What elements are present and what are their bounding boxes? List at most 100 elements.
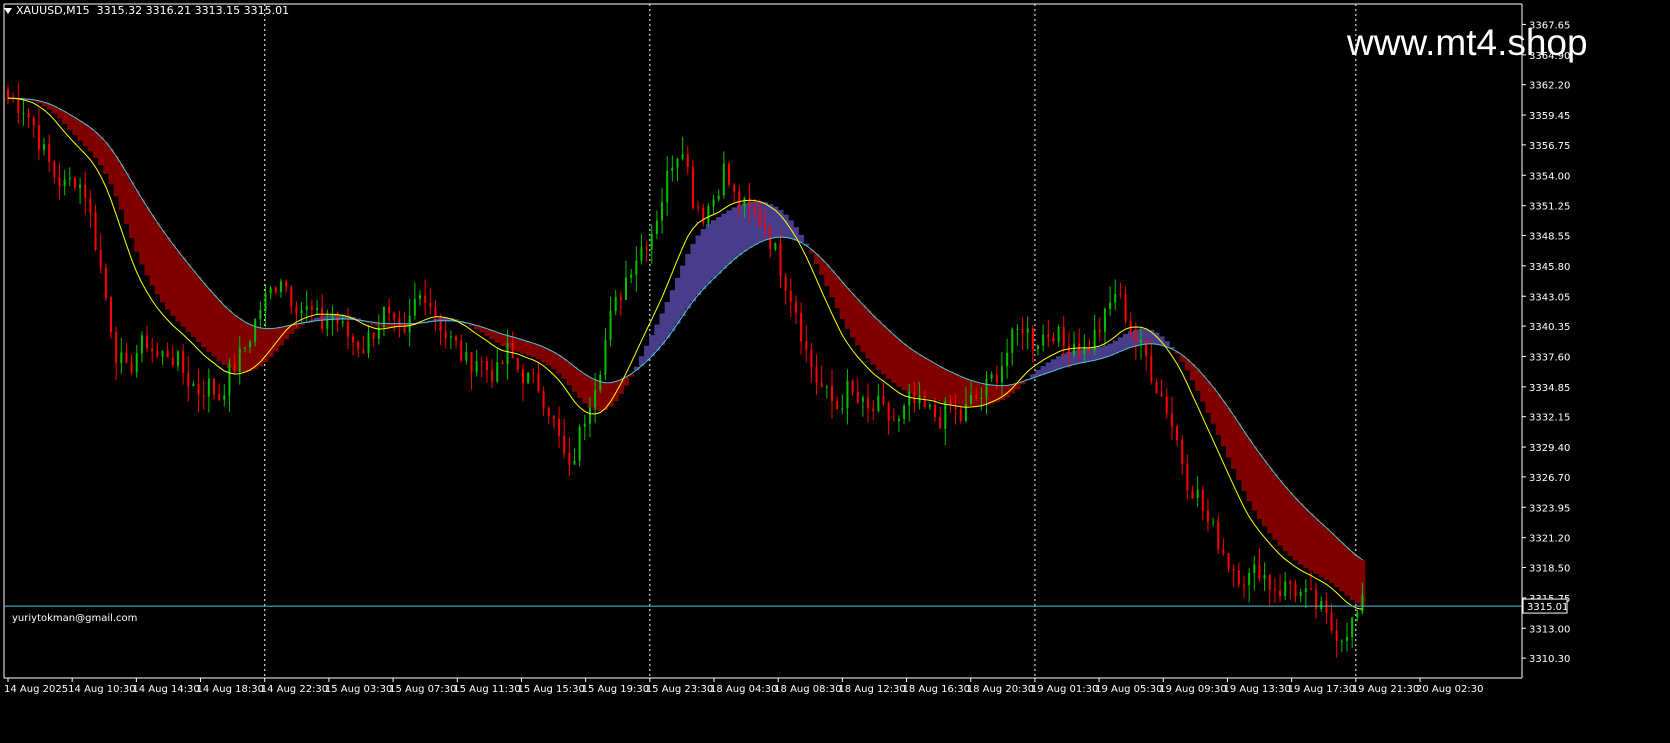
chevron-down-icon[interactable]: [4, 8, 12, 14]
cloud-bar: [958, 376, 964, 406]
high-value: 3316.21: [145, 4, 192, 17]
candle-body: [511, 342, 514, 359]
candle-body: [501, 362, 504, 365]
candle-body: [738, 191, 741, 207]
candle-body: [779, 243, 782, 277]
cloud-bar: [870, 315, 877, 365]
candle-body: [326, 320, 329, 329]
cloud-bar: [541, 347, 547, 363]
cloud-bar: [1262, 460, 1268, 527]
x-tick-label: 19 Aug 17:30: [1288, 684, 1355, 695]
candle-body: [676, 158, 679, 168]
x-tick-label: 14 Aug 14:30: [132, 684, 199, 695]
candle-body: [1268, 574, 1271, 590]
cloud-bar: [221, 305, 228, 365]
cloud-bar: [875, 320, 882, 370]
cloud-bar: [901, 343, 908, 391]
candle-body: [1124, 294, 1127, 322]
cloud-bar: [1225, 408, 1232, 458]
candle-body: [1186, 463, 1189, 491]
candle-body: [1212, 521, 1215, 523]
candle-body: [1340, 640, 1343, 642]
author-label: yuriytokman@gmail.com: [12, 613, 138, 624]
cloud-bar: [716, 217, 722, 274]
moving-averages: [8, 97, 1363, 610]
cloud-bar: [1107, 343, 1114, 356]
candle-body: [357, 342, 360, 350]
cloud-bar: [1056, 356, 1062, 369]
candle-body: [815, 367, 818, 383]
cloud-bar: [566, 362, 573, 386]
candle-body: [856, 392, 859, 402]
cloud-bar: [170, 244, 176, 316]
candle-body: [1196, 489, 1199, 499]
candle-body: [269, 287, 272, 294]
candle-body: [362, 349, 365, 353]
candles: [7, 83, 1364, 658]
candle-body: [1140, 339, 1142, 344]
candle-body: [58, 177, 61, 187]
candle-body: [1083, 348, 1086, 355]
candle-body: [944, 401, 947, 429]
cloud-bar: [927, 360, 933, 399]
candle-body: [743, 197, 746, 207]
cloud-bar: [1277, 480, 1284, 546]
cloud-bar: [669, 290, 676, 332]
candle-body: [1000, 366, 1003, 383]
x-tick-label: 15 Aug 11:30: [453, 684, 520, 695]
ma-cloud: [5, 98, 1366, 606]
x-tick-label: 19 Aug 13:30: [1223, 684, 1290, 695]
cloud-bar: [664, 302, 671, 339]
cloud-bar: [582, 374, 588, 404]
cloud-bar: [185, 263, 192, 332]
candle-body: [913, 391, 916, 404]
cloud-bar: [92, 131, 99, 158]
candle-body: [661, 202, 664, 221]
x-tick-label: 18 Aug 12:30: [838, 684, 905, 695]
candle-body: [388, 306, 391, 313]
cloud-bar: [556, 355, 563, 374]
x-tick-label: 15 Aug 15:30: [517, 684, 584, 695]
cloud-bar: [1220, 400, 1227, 447]
candle-body: [820, 382, 823, 387]
candle-body: [516, 358, 519, 370]
candle-body: [1088, 348, 1091, 351]
candle-body: [99, 249, 102, 268]
candle-body: [1052, 337, 1055, 342]
candle-body: [1114, 293, 1117, 303]
cloud-bar: [1334, 537, 1340, 588]
cloud-bar: [700, 229, 707, 290]
candle-body: [243, 347, 246, 349]
cloud-bar: [546, 349, 552, 366]
candle-body: [794, 301, 797, 313]
cloud-bar: [129, 181, 135, 239]
candle-body: [1006, 352, 1009, 367]
x-tick-label: 18 Aug 04:30: [710, 684, 777, 695]
price-chart[interactable]: 3367.653364.903362.203359.453356.753354.…: [0, 0, 1670, 743]
cloud-bar: [1298, 503, 1304, 565]
candle-body: [805, 341, 808, 350]
cloud-bar: [520, 339, 526, 354]
candle-body: [1217, 521, 1220, 550]
cloud-bar: [62, 111, 68, 125]
cloud-bar: [1102, 345, 1108, 358]
candle-body: [810, 349, 813, 368]
candle-body: [609, 310, 612, 341]
candle-body: [1227, 553, 1230, 569]
cloud-bar: [1282, 486, 1289, 552]
cloud-bar: [731, 207, 738, 260]
candle-body: [671, 167, 674, 171]
cloud-bar: [499, 334, 506, 346]
cloud-bar: [113, 156, 120, 197]
cloud-bar: [1344, 547, 1350, 596]
candle-body: [43, 143, 46, 150]
candle-body: [872, 408, 875, 412]
candle-body: [424, 295, 427, 303]
candle-body: [630, 274, 633, 278]
cloud-bar: [880, 325, 887, 375]
candle-body: [1325, 600, 1328, 613]
candle-body: [995, 374, 998, 383]
cloud-bar: [530, 343, 537, 358]
cloud-bar: [577, 370, 583, 399]
watermark: www.mt4.shop: [1347, 22, 1588, 63]
